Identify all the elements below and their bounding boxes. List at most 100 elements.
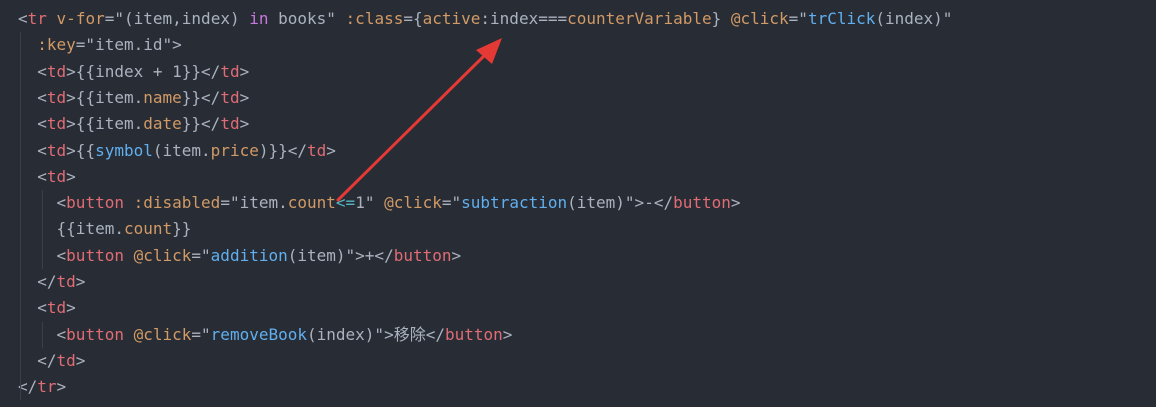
code-token-punct: > — [451, 245, 462, 265]
code-line[interactable]: <td>{{symbol(item.price)}}</td> — [18, 138, 336, 164]
code-token-attr: active — [422, 9, 481, 28]
code-token-attr: v-for — [56, 9, 105, 28]
code-token-punct: }}</ — [181, 87, 221, 107]
code-token-punct: > — [239, 61, 250, 81]
code-token-punct: books" — [268, 9, 346, 28]
code-token-attr: @click — [133, 324, 192, 344]
code-token-punct: >{{ — [66, 140, 96, 160]
code-token-tag: button — [673, 193, 731, 213]
arrow-shaft — [336, 48, 492, 202]
code-token-punct: =" — [788, 9, 808, 28]
code-token-tag: button — [444, 324, 503, 344]
code-line[interactable]: {{item.count}} — [18, 216, 192, 242]
code-line[interactable]: <td> — [18, 295, 76, 321]
code-token-punct: =" — [75, 35, 96, 55]
code-token-punct: > — [502, 324, 513, 344]
code-token-tag: td — [56, 272, 76, 291]
code-token-punct: :index=== — [480, 9, 568, 28]
code-token-punct: =" — [220, 193, 240, 213]
code-token-punct: > — [66, 166, 76, 186]
code-token-punct: > — [239, 114, 250, 134]
code-token-punct: }}</ — [181, 114, 221, 134]
code-token-punct — [47, 9, 57, 28]
code-line[interactable]: :key="item.id"> — [18, 32, 182, 58]
code-token-attr: date — [143, 114, 182, 134]
code-token-punct: item,index — [133, 9, 230, 28]
code-token-punct: < — [18, 87, 47, 107]
code-line[interactable]: <td> — [18, 164, 76, 190]
code-token-punct: =" — [191, 245, 211, 265]
code-token-punct: (item)">-</ — [567, 193, 674, 213]
code-line[interactable]: <button @click="addition(item)">+</butto… — [18, 243, 462, 269]
code-token-punct: >{{ — [66, 87, 96, 107]
code-token-punct: > — [730, 193, 741, 213]
code-line[interactable]: </td> — [18, 269, 85, 295]
code-token-method: subtraction — [461, 193, 568, 213]
code-token-keyword: in — [249, 9, 269, 28]
code-token-tag: button — [66, 324, 124, 344]
indent-guide — [20, 32, 21, 401]
code-token-punct: ={ — [403, 9, 423, 28]
code-editor[interactable]: <tr v-for="(item,index) in books" :class… — [0, 0, 1156, 407]
code-token-punct: item. — [95, 87, 144, 107]
code-line[interactable]: <td>{{item.name}}</td> — [18, 85, 249, 111]
code-token-tag: td — [46, 87, 67, 107]
code-token-punct: index + 1 — [95, 61, 182, 81]
code-token-attr: @click — [384, 193, 442, 213]
code-token-attr: @click — [133, 245, 192, 265]
code-token-punct: =" — [191, 324, 211, 344]
code-token-punct: "> — [162, 35, 182, 55]
code-token-punct: < — [18, 140, 47, 160]
code-token-punct: =" — [104, 9, 124, 28]
code-token-punct: (item)">+</ — [287, 245, 394, 265]
code-token-attr: counterVariable — [567, 9, 712, 28]
code-token-punct: } — [711, 9, 731, 28]
indent-guide — [42, 190, 43, 269]
code-token-tag: button — [393, 245, 452, 265]
code-token-punct: > — [75, 272, 86, 291]
code-token-punct: >{{ — [66, 61, 96, 81]
code-line[interactable]: <tr v-for="(item,index) in books" :class… — [18, 6, 952, 32]
code-token-attr: count — [287, 193, 336, 213]
code-token-punct: </ — [18, 272, 57, 291]
code-line[interactable]: </tr> — [18, 374, 66, 400]
code-token-punct: }} — [172, 219, 192, 239]
code-token-method: trClick — [807, 9, 876, 28]
code-token-punct: < — [18, 61, 47, 81]
arrow-head — [476, 38, 502, 64]
code-line[interactable]: <td>{{item.date}}</td> — [18, 111, 249, 137]
code-line[interactable]: <button :disabled="item.count<=1" @click… — [18, 190, 741, 216]
code-token-attr: count — [123, 219, 173, 239]
code-token-punct: > — [66, 298, 76, 318]
code-token-tag: td — [46, 140, 67, 160]
code-token-punct: (index)">移除</ — [307, 324, 445, 344]
code-token-attr: price — [210, 140, 259, 160]
code-token-punct: > — [326, 140, 336, 160]
code-token-punct: ) — [229, 9, 250, 28]
code-token-punct: > — [239, 87, 250, 107]
code-token-tag: td — [307, 140, 327, 160]
code-token-method: symbol — [95, 140, 153, 160]
code-token-punct — [124, 246, 134, 265]
code-token-punct: item.id — [95, 35, 163, 55]
code-token-punct: 1" — [355, 193, 385, 213]
code-token-punct: )}}</ — [258, 140, 308, 160]
code-line[interactable]: </td> — [18, 348, 85, 374]
code-token-punct: (index)" — [875, 9, 953, 28]
code-token-tag: td — [46, 61, 67, 81]
code-token-punct — [124, 193, 134, 212]
code-line[interactable]: <button @click="removeBook(index)">移除</b… — [18, 322, 513, 348]
code-token-punct: (item. — [152, 140, 211, 160]
code-token-tag: button — [66, 193, 124, 213]
code-token-attr: name — [143, 87, 182, 107]
code-token-tag: td — [220, 87, 240, 107]
code-token-tag: td — [220, 114, 240, 134]
code-token-punct: < — [18, 114, 47, 134]
code-token-punct: }}</ — [181, 61, 221, 81]
code-token-punct: {{ — [18, 219, 76, 239]
code-token-tag: td — [56, 350, 76, 370]
code-token-punct: item. — [95, 114, 144, 134]
code-token-tag: td — [46, 166, 67, 186]
code-token-punct: > — [56, 377, 67, 397]
code-line[interactable]: <td>{{index + 1}}</td> — [18, 59, 249, 85]
